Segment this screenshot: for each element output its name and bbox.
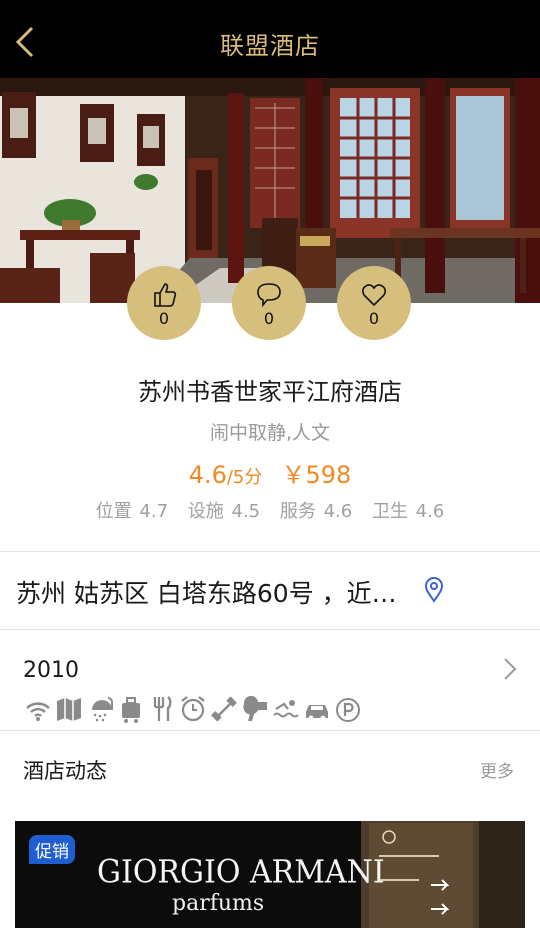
favorite-button[interactable]: 0: [337, 266, 411, 340]
score-facilities: 设施 4.5: [187, 501, 261, 522]
swimming-icon: [273, 700, 299, 718]
score-hygiene: 卫生 4.6: [371, 501, 445, 522]
more-link[interactable]: 更多: [480, 757, 514, 782]
comment-count: 0: [263, 309, 275, 328]
promo-card[interactable]: 促销 GIORGIO ARMANI parfums: [15, 821, 525, 928]
map-icon: [57, 698, 81, 721]
rating-scale: /5分: [226, 467, 263, 488]
score-service: 服务 4.6: [279, 501, 353, 522]
car-icon: [306, 705, 328, 721]
thumbs-up-icon: [154, 283, 177, 307]
comment-icon: [257, 283, 281, 308]
hotel-address[interactable]: 苏州 姑苏区 白塔东路60号 ，近观前街: [16, 574, 416, 610]
divider: [0, 629, 540, 630]
hotel-news-title: 酒店动态: [23, 759, 107, 783]
gym-icon: [211, 696, 237, 722]
rating-score: 4.6: [188, 461, 227, 489]
shower-icon: [92, 697, 113, 722]
sub-scores: 位置 4.7 设施 4.5 服务 4.6 卫生 4.6: [0, 497, 540, 523]
opening-year: 2010: [23, 658, 79, 683]
like-button[interactable]: 0: [127, 266, 201, 340]
rating-price-row: 4.6/5分 ￥598: [0, 455, 540, 490]
promo-badge: 促销: [29, 835, 75, 864]
like-count: 0: [158, 309, 170, 328]
alarm-clock-icon: [181, 696, 205, 722]
page-title: 联盟酒店: [220, 32, 320, 60]
promo-brand: GIORGIO ARMANI: [97, 854, 385, 891]
hair-dryer-icon: [243, 695, 267, 721]
restaurant-icon: [153, 696, 172, 721]
location-pin-icon[interactable]: [421, 575, 447, 603]
facility-icons: [24, 694, 362, 726]
promo-sign-image: [361, 821, 525, 928]
score-location: 位置 4.7: [95, 501, 169, 522]
divider: [0, 730, 540, 731]
divider: [0, 551, 540, 552]
promo-brand-sub: parfums: [172, 891, 265, 916]
comment-button[interactable]: 0: [232, 266, 306, 340]
wifi-icon: [26, 702, 50, 721]
parking-icon: [336, 698, 360, 722]
hotel-name: 苏州书香世家平江府酒店: [138, 378, 402, 406]
price: ￥598: [281, 461, 352, 489]
favorite-count: 0: [368, 309, 380, 328]
chevron-right-icon[interactable]: [500, 655, 520, 683]
heart-icon: [362, 284, 386, 307]
luggage-icon: [122, 697, 140, 723]
hotel-tags: 闹中取静,人文: [209, 422, 331, 444]
top-bar: 联盟酒店: [0, 0, 540, 78]
